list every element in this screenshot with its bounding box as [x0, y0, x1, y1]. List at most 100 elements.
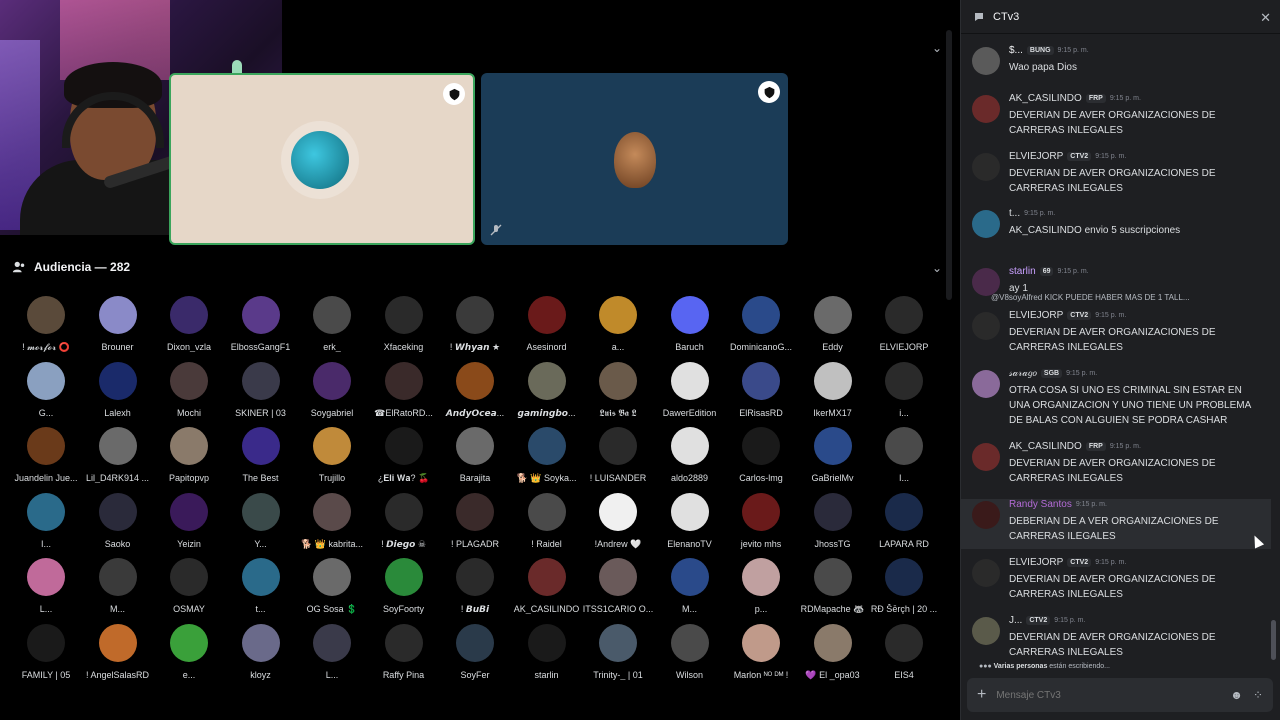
avatar[interactable] — [972, 559, 1000, 587]
audience-member[interactable]: aldo2889 — [654, 427, 726, 483]
username[interactable]: AK_CASILINDO — [1009, 441, 1082, 452]
avatar[interactable] — [972, 370, 1000, 398]
username[interactable]: J... — [1009, 615, 1022, 626]
chat-message[interactable]: ELVIEJORP CTV2 9:15 p. m. DEVERIAN DE AVER … — [961, 557, 1271, 607]
audience-member[interactable]: ITSS1CARIO O... — [582, 558, 654, 614]
audience-member[interactable]: Dixon_vzla — [153, 296, 225, 352]
username[interactable]: starlin — [1009, 266, 1036, 277]
audience-member[interactable]: Brouner — [82, 296, 154, 352]
audience-member[interactable]: DominicanoG... — [725, 296, 797, 352]
audience-member[interactable]: JhossTG — [797, 492, 869, 549]
emoji-icon[interactable]: ☻ — [1230, 688, 1243, 702]
audience-member[interactable]: ! 𝘽𝙪𝘽𝙞 — [439, 558, 511, 615]
chat-message[interactable]: starlin 69 9:15 p. m. ay 1 — [961, 266, 1271, 302]
audience-member[interactable]: G... — [10, 361, 82, 418]
chat-message[interactable]: AK_CASILINDO FRP 9:15 p. m. DEVERIAN DE AVE… — [961, 441, 1271, 491]
stage-scrollbar[interactable] — [946, 30, 952, 300]
avatar[interactable] — [972, 268, 1000, 296]
audience-member[interactable]: Lalexh — [82, 361, 154, 418]
audience-member[interactable]: I... — [868, 427, 940, 483]
chat-message[interactable]: Randy Santos 9:15 p. m. DEBERIAN DE A VER … — [961, 499, 1271, 549]
chat-scrollbar[interactable] — [1271, 620, 1276, 660]
collapse-stage-icon[interactable]: ⌄ — [931, 42, 943, 54]
audience-member[interactable]: Y... — [225, 492, 297, 549]
audience-member[interactable]: OG Sosa 💲 — [296, 558, 368, 615]
avatar[interactable] — [972, 47, 1000, 75]
avatar[interactable] — [972, 501, 1000, 529]
audience-member[interactable]: Papitopvp — [153, 427, 225, 483]
audience-member[interactable]: 𝙜𝙖𝙢𝙞𝙣𝙜𝙗𝙤... — [511, 361, 583, 419]
audience-member[interactable]: Barajita — [439, 427, 511, 483]
chat-message[interactable]: 𝓈𝒶𝓇𝒶𝑔𝑜 SGB 9:15 p. m. OTRA COSA SI UNO ES C… — [961, 368, 1271, 433]
speaker-tile[interactable] — [481, 73, 788, 245]
audience-member[interactable]: Trujillo — [296, 427, 368, 483]
audience-member[interactable]: Asesinord — [511, 296, 583, 352]
username[interactable]: ELVIEJORP — [1009, 151, 1063, 162]
audience-member[interactable]: ElbossGangF1 — [225, 296, 297, 352]
chat-message[interactable]: AK_CASILINDO FRP 9:15 p. m. DEVERIAN DE AVE… — [961, 93, 1271, 143]
audience-member[interactable]: SoyFoorty — [368, 558, 440, 614]
audience-member[interactable]: LAPARA RD — [868, 492, 940, 549]
audience-member[interactable]: Juandelin Jue... — [10, 427, 82, 483]
audience-member[interactable]: Mochi — [153, 361, 225, 418]
audience-member[interactable]: EIS4 — [868, 623, 940, 680]
message-input[interactable] — [996, 689, 1221, 701]
audience-member[interactable]: Wilson — [654, 623, 726, 680]
avatar[interactable] — [972, 312, 1000, 340]
avatar[interactable] — [972, 95, 1000, 123]
audience-member[interactable]: e... — [153, 623, 225, 680]
chat-message[interactable]: ELVIEJORP CTV2 9:15 p. m. DEVERIAN DE AVER … — [961, 151, 1271, 201]
audience-member[interactable]: ! LUISANDER — [582, 427, 654, 483]
audience-member[interactable]: kloyz — [225, 623, 297, 680]
username[interactable]: ELVIEJORP — [1009, 310, 1063, 321]
audience-member[interactable]: IkerMX17 — [797, 361, 869, 418]
audience-member[interactable]: Eddy — [797, 296, 869, 352]
audience-member[interactable]: ! 𝙒𝙝𝙮𝙖𝙣 ★ — [439, 296, 511, 353]
username[interactable]: t... — [1009, 208, 1020, 219]
username[interactable]: $... — [1009, 45, 1023, 56]
apps-icon[interactable]: ⁘ — [1253, 688, 1263, 702]
audience-member[interactable]: 🐕 👑 Soyka... — [511, 427, 583, 484]
audience-member[interactable]: Trinity-_ | 01 — [582, 623, 654, 680]
avatar[interactable] — [972, 443, 1000, 471]
audience-member[interactable]: 𝕷𝖚𝖎𝖘 𝕭𝖆 𝕷 — [582, 361, 654, 419]
audience-member[interactable]: Raffy Pina — [368, 623, 440, 680]
audience-member[interactable]: OSMAY — [153, 558, 225, 614]
audience-member[interactable]: t... — [225, 558, 297, 614]
audience-member[interactable]: !Andrew 🤍 — [582, 492, 654, 550]
avatar[interactable] — [972, 153, 1000, 181]
avatar[interactable] — [972, 617, 1000, 645]
audience-member[interactable]: L... — [296, 623, 368, 680]
audience-member[interactable]: FAMILY | 05 — [10, 623, 82, 680]
audience-member[interactable]: i... — [868, 361, 940, 418]
audience-member[interactable]: ¿𝐄𝐥𝐢 𝐖𝐚? 🍒 — [368, 427, 440, 484]
add-attachment-icon[interactable]: + — [977, 686, 986, 704]
chat-message[interactable]: $... BUNG 9:15 p. m. Wao papa Dios — [961, 45, 1271, 85]
audience-member[interactable]: Marlon ᴺᴼ ᴰᴹ ! — [725, 623, 797, 680]
audience-member[interactable]: RĐ Šērçh | 20 ... — [868, 558, 940, 614]
audience-member[interactable]: ! 𝓶𝓸𝓻𝓯𝓸𝓻 ⭕ — [10, 296, 82, 353]
audience-member[interactable]: 💜 El _opa03 — [797, 623, 869, 681]
audience-member[interactable]: ! PLAGADR — [439, 492, 511, 549]
audience-member[interactable]: ☎ElRatoRD... — [368, 361, 440, 419]
audience-member[interactable]: p... — [725, 558, 797, 614]
chat-message[interactable]: t... 9:15 p. m. AK_CASILINDO envio 5 suscr… — [961, 208, 1271, 248]
audience-member[interactable]: RDMapache 🦝 — [797, 558, 869, 615]
username[interactable]: ELVIEJORP — [1009, 557, 1063, 568]
collapse-audience-icon[interactable]: ⌄ — [931, 262, 943, 274]
audience-member[interactable]: starlin — [511, 623, 583, 680]
audience-member[interactable]: ! 𝘿𝙞𝙚𝙜𝙤 ☠ — [368, 492, 440, 550]
audience-member[interactable]: M... — [82, 558, 154, 614]
audience-member[interactable]: ! AngelSalasRD — [82, 623, 154, 680]
audience-member[interactable]: a... — [582, 296, 654, 352]
audience-member[interactable]: M... — [654, 558, 726, 614]
audience-member[interactable]: ElenanoTV — [654, 492, 726, 549]
audience-member[interactable]: Yeizin — [153, 492, 225, 549]
audience-member[interactable]: 🐕 👑 kabrita... — [296, 492, 368, 550]
audience-member[interactable]: Xfaceking — [368, 296, 440, 352]
audience-member[interactable]: erk_ — [296, 296, 368, 352]
audience-member[interactable]: Soygabriel — [296, 361, 368, 418]
close-icon[interactable]: ✕ — [1260, 10, 1271, 26]
audience-member[interactable]: SKINER | 03 — [225, 361, 297, 418]
audience-member[interactable]: AK_CASILINDO — [511, 558, 583, 614]
